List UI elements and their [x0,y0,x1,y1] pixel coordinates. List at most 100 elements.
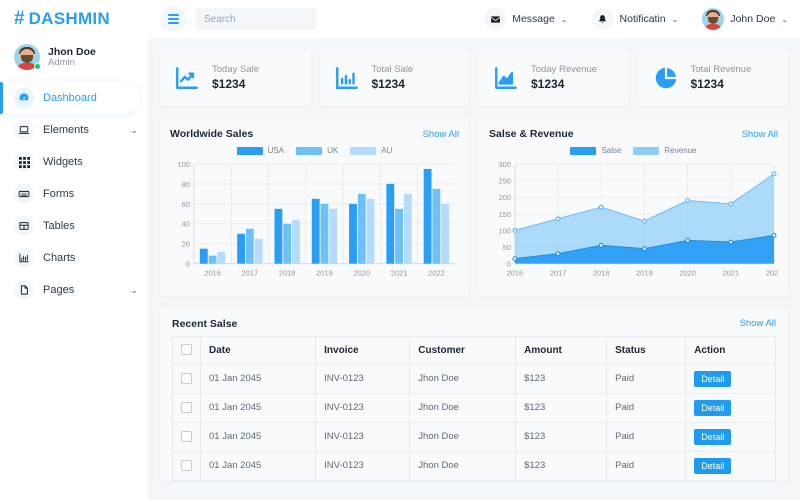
cell-date: 01 Jan 2045 [201,364,316,393]
hamburger-icon[interactable] [160,6,186,32]
bar[interactable] [274,209,282,264]
detail-button[interactable]: Detail [694,371,731,387]
sidebar-item-charts[interactable]: Charts [0,242,148,274]
table-row[interactable]: 01 Jan 2045INV-0123Jhon Doe$123PaidDetai… [173,364,776,393]
legend-item[interactable]: USA [237,146,284,155]
bar[interactable] [329,209,337,264]
sidebar: # DASHMIN Jhon Doe Admin Dashboard [0,0,148,500]
search-input[interactable] [196,8,316,30]
stat-card-today-revenue[interactable]: Today Revenue $1234 [479,50,629,106]
sidebar-item-widgets[interactable]: Widgets [0,146,148,178]
bar[interactable] [358,194,366,264]
sidebar-item-forms[interactable]: Forms [0,178,148,210]
legend-item[interactable]: UK [296,146,338,155]
bar[interactable] [321,204,329,264]
user-menu[interactable]: John Doe ⌄ [702,8,788,30]
table-row[interactable]: 01 Jan 2045INV-0123Jhon Doe$123PaidDetai… [173,422,776,451]
x-axis-tick: 2022 [428,269,445,278]
row-checkbox[interactable] [181,402,192,413]
row-checkbox[interactable] [181,460,192,471]
sidebar-item-tables[interactable]: Tables [0,210,148,242]
chevron-down-icon: ⌄ [561,15,568,24]
stat-card-total-revenue[interactable]: Total Revenue $1234 [639,50,789,106]
notification-menu[interactable]: Notificatin ⌄ [592,8,679,30]
bar[interactable] [292,220,300,264]
legend-swatch [633,147,659,155]
legend-item[interactable]: AU [350,146,392,155]
legend-item[interactable]: Revenue [633,146,696,155]
recent-sales-panel: Recent Salse Show All Date Invoice Custo… [160,308,788,481]
bar[interactable] [312,199,320,264]
panel-title: Recent Salse [172,318,237,330]
sidebar-item-label: Pages [43,284,121,296]
keyboard-icon [14,184,34,204]
data-point[interactable] [729,240,733,244]
sidebar-item-dashboard[interactable]: Dashboard [0,82,140,114]
bar[interactable] [255,239,263,264]
hash-icon: # [14,8,24,30]
area-chart-svg: 0501001502002503002016201720182019202020… [489,158,778,288]
bar[interactable] [441,204,449,264]
bar[interactable] [404,194,412,264]
legend-item[interactable]: Salse [570,146,621,155]
data-point[interactable] [686,238,690,242]
brand-logo[interactable]: # DASHMIN [0,0,148,38]
show-all-link[interactable]: Show All [423,129,459,140]
y-axis-tick: 300 [498,160,510,169]
data-point[interactable] [772,234,776,238]
bar[interactable] [237,234,245,264]
chevron-down-icon[interactable]: ⌄ [130,286,138,295]
data-point[interactable] [599,243,603,247]
detail-button[interactable]: Detail [694,400,731,416]
bar[interactable] [386,184,394,264]
detail-button[interactable]: Detail [694,458,731,474]
bar[interactable] [367,199,375,264]
data-point[interactable] [643,247,647,251]
bar[interactable] [349,204,357,264]
legend-label: USA [268,146,284,155]
worldwide-sales-panel: Worldwide Sales Show All USAUKAU 0204060… [160,118,469,296]
bar[interactable] [424,169,432,264]
bar[interactable] [200,249,208,264]
y-axis-tick: 80 [182,180,190,189]
sidebar-profile[interactable]: Jhon Doe Admin [0,38,148,80]
bar[interactable] [283,224,291,264]
show-all-link[interactable]: Show All [742,129,778,140]
bar[interactable] [217,252,225,264]
legend-swatch [237,147,263,155]
bar[interactable] [246,229,254,264]
row-checkbox[interactable] [181,373,192,384]
data-point[interactable] [772,172,776,176]
data-point[interactable] [556,252,560,256]
table-row[interactable]: 01 Jan 2045INV-0123Jhon Doe$123PaidDetai… [173,451,776,480]
detail-button[interactable]: Detail [694,429,731,445]
bar[interactable] [432,189,440,264]
sidebar-item-elements[interactable]: Elements ⌄ [0,114,148,146]
cell-status: Paid [607,422,686,451]
stat-card-today-sale[interactable]: Today Sale $1234 [160,50,310,106]
data-point[interactable] [513,229,517,233]
message-menu[interactable]: Message ⌄ [484,8,567,30]
chevron-down-icon[interactable]: ⌄ [130,126,138,135]
cell-action: Detail [686,422,776,451]
bar[interactable] [209,256,217,264]
x-axis-tick: 2021 [723,269,740,278]
avatar [14,44,40,70]
stat-card-total-sale[interactable]: Total Sale $1234 [320,50,470,106]
data-point[interactable] [513,257,517,261]
data-point[interactable] [729,202,733,206]
message-label: Message [512,13,555,25]
bar-chart-legend: USA UK AU [170,146,459,155]
data-point[interactable] [643,219,647,223]
table-row[interactable]: 01 Jan 2045INV-0123Jhon Doe$123PaidDetai… [173,393,776,422]
bar[interactable] [395,209,403,264]
sidebar-item-pages[interactable]: Pages ⌄ [0,274,148,306]
show-all-link[interactable]: Show All [740,318,776,329]
column-header-customer: Customer [410,336,516,364]
data-point[interactable] [686,199,690,203]
select-all-checkbox[interactable] [181,344,192,355]
data-point[interactable] [599,205,603,209]
data-point[interactable] [556,217,560,221]
cell-status: Paid [607,451,686,480]
row-checkbox[interactable] [181,431,192,442]
